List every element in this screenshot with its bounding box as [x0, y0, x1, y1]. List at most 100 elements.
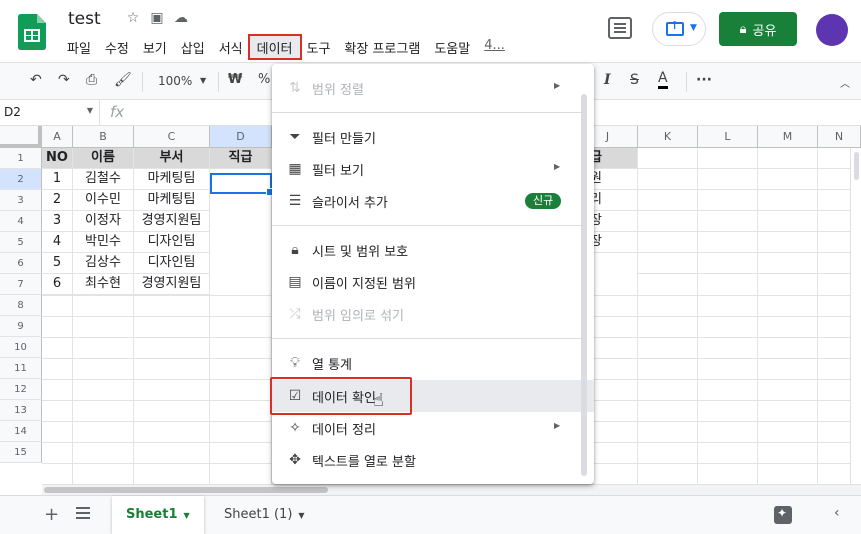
menu-help[interactable]: 도움말 — [427, 36, 477, 58]
percent-format-button[interactable]: % — [258, 72, 270, 87]
move-folder-icon[interactable]: ▣ — [148, 10, 166, 26]
row-header[interactable]: 2 — [0, 169, 42, 190]
row-header[interactable]: 13 — [0, 400, 42, 421]
row-header[interactable]: 1 — [0, 148, 42, 169]
sort-icon: ⇅ — [289, 80, 301, 96]
column-header[interactable]: M — [758, 126, 818, 148]
menu-item-randomize-range[interactable]: ⤮ 범위 임의로 섞기 — [272, 298, 594, 330]
row-header[interactable]: 5 — [0, 232, 42, 253]
menu-format[interactable]: 서식 — [212, 36, 250, 58]
menu-item-create-filter[interactable]: ⏷ 필터 만들기 — [272, 121, 594, 153]
document-title[interactable]: test — [68, 9, 101, 29]
undo-icon[interactable]: ↶ — [30, 72, 42, 88]
row-header[interactable]: 9 — [0, 316, 42, 337]
column-header[interactable]: A — [42, 126, 73, 148]
add-sheet-icon[interactable]: + — [44, 504, 59, 525]
text-color-button[interactable]: A — [658, 70, 668, 89]
magic-wand-icon: ✧ — [289, 420, 301, 436]
strikethrough-button[interactable]: S — [630, 72, 639, 88]
toolbar-divider — [142, 72, 143, 92]
print-icon[interactable]: ⎙ — [86, 72, 97, 88]
row-header[interactable]: 3 — [0, 190, 42, 211]
column-header[interactable]: N — [818, 126, 861, 148]
row-header[interactable]: 10 — [0, 337, 42, 358]
lock-icon: 🔒︎ — [291, 242, 299, 258]
menu-item-named-ranges[interactable]: ▤ 이름이 지정된 범위 — [272, 266, 594, 298]
row-header[interactable]: 14 — [0, 421, 42, 442]
column-header[interactable]: C — [134, 126, 210, 148]
present-button[interactable]: ▼ — [652, 12, 706, 46]
zoom-select[interactable]: 100% — [158, 74, 192, 88]
chevron-down-icon: ▼ — [86, 106, 93, 115]
name-box[interactable]: D2 ▼ — [0, 100, 100, 126]
scrollbar-thumb[interactable] — [44, 487, 328, 493]
present-icon — [666, 19, 684, 36]
menu-divider — [272, 225, 582, 226]
paint-format-icon[interactable]: 🖌︎ — [114, 72, 132, 88]
column-header[interactable]: D — [210, 126, 272, 148]
row-header[interactable]: 15 — [0, 442, 42, 463]
vertical-scrollbar[interactable] — [850, 148, 861, 484]
highlight-annotation-box — [270, 377, 412, 415]
fx-icon: fx — [110, 103, 125, 121]
avatar[interactable] — [816, 14, 848, 46]
column-header[interactable]: K — [638, 126, 698, 148]
menu-last-edit[interactable]: 4... — [477, 36, 512, 58]
toolbar-divider — [218, 72, 219, 92]
row-header[interactable]: 11 — [0, 358, 42, 379]
chevron-up-icon[interactable]: ︿ — [840, 75, 850, 90]
share-button[interactable]: 🔒︎ 공유 — [719, 12, 797, 46]
row-header[interactable]: 12 — [0, 379, 42, 400]
menu-item-sort-range[interactable]: ⇅ 범위 정렬 ▶ — [272, 72, 594, 104]
menu-view[interactable]: 보기 — [136, 36, 174, 58]
comment-history-icon[interactable] — [608, 17, 632, 39]
select-all-corner[interactable] — [0, 126, 42, 148]
sheet-tab-sheet1[interactable]: Sheet1 ▼ — [112, 496, 204, 534]
menu-item-split-text[interactable]: ✥ 텍스트를 열로 분할 — [272, 444, 594, 476]
more-options-icon[interactable]: ··· — [696, 72, 712, 88]
menu-insert[interactable]: 삽입 — [174, 36, 212, 58]
menu-item-add-slicer[interactable]: ☰ 슬라이서 추가 신규 — [272, 185, 594, 217]
menu-file[interactable]: 파일 — [60, 36, 98, 58]
star-icon[interactable]: ☆ — [124, 10, 142, 26]
sheet-tabs-bar: + Sheet1 ▼ Sheet1 (1) ▼ ‹ — [0, 495, 861, 534]
menu-item-column-stats[interactable]: 💡︎ 열 통계 — [272, 347, 594, 379]
chevron-left-icon[interactable]: ‹ — [834, 505, 840, 521]
scrollbar-thumb[interactable] — [854, 152, 859, 180]
filter-icon: ⏷ — [289, 129, 301, 145]
cloud-status-icon[interactable]: ☁ — [172, 10, 190, 26]
menu-item-protect-sheets[interactable]: 🔒︎ 시트 및 범위 보호 — [272, 234, 594, 266]
horizontal-scrollbar[interactable] — [42, 484, 861, 495]
slicer-icon: ☰ — [288, 193, 302, 209]
menu-tools[interactable]: 도구 — [300, 36, 338, 58]
menu-edit[interactable]: 수정 — [98, 36, 136, 58]
row-header[interactable]: 6 — [0, 253, 42, 274]
redo-icon[interactable]: ↷ — [58, 72, 70, 88]
chevron-down-icon[interactable]: ▼ — [200, 76, 206, 85]
row-header[interactable]: 7 — [0, 274, 42, 295]
row-header[interactable]: 8 — [0, 295, 42, 316]
menu-data[interactable]: 데이터 — [247, 34, 302, 60]
sheet-tab-label: Sheet1 (1) — [224, 507, 293, 522]
menu-item-filter-views[interactable]: ▦ 필터 보기 ▶ — [272, 153, 594, 185]
selected-cell-d2[interactable] — [210, 173, 274, 196]
row-header[interactable]: 4 — [0, 211, 42, 232]
filter-view-icon: ▦ — [288, 161, 302, 177]
menu-item-data-cleanup[interactable]: ✧ 데이터 정리 ▶ — [272, 412, 594, 444]
menu-divider — [272, 112, 582, 113]
sheets-logo-icon[interactable] — [18, 14, 46, 50]
all-sheets-icon[interactable] — [76, 507, 90, 519]
sheet-tab-sheet1-copy[interactable]: Sheet1 (1) ▼ — [210, 496, 319, 534]
chevron-right-icon: ▶ — [554, 162, 561, 171]
menu-extensions[interactable]: 확장 프로그램 — [337, 36, 427, 58]
share-label: 공유 — [752, 23, 777, 39]
explore-icon[interactable] — [774, 506, 792, 524]
sheet-tab-label: Sheet1 — [126, 507, 178, 522]
hand-cursor-icon: ☝ — [373, 390, 384, 411]
italic-button[interactable]: I — [604, 72, 611, 88]
column-header[interactable]: L — [698, 126, 758, 148]
data-menu-dropdown: ⇅ 범위 정렬 ▶ ⏷ 필터 만들기 ▦ 필터 보기 ▶ ☰ 슬라이서 추가 신… — [272, 64, 594, 484]
currency-format-button[interactable]: ₩ — [228, 72, 242, 87]
column-header[interactable]: B — [73, 126, 134, 148]
menu-scrollbar[interactable] — [581, 94, 587, 476]
